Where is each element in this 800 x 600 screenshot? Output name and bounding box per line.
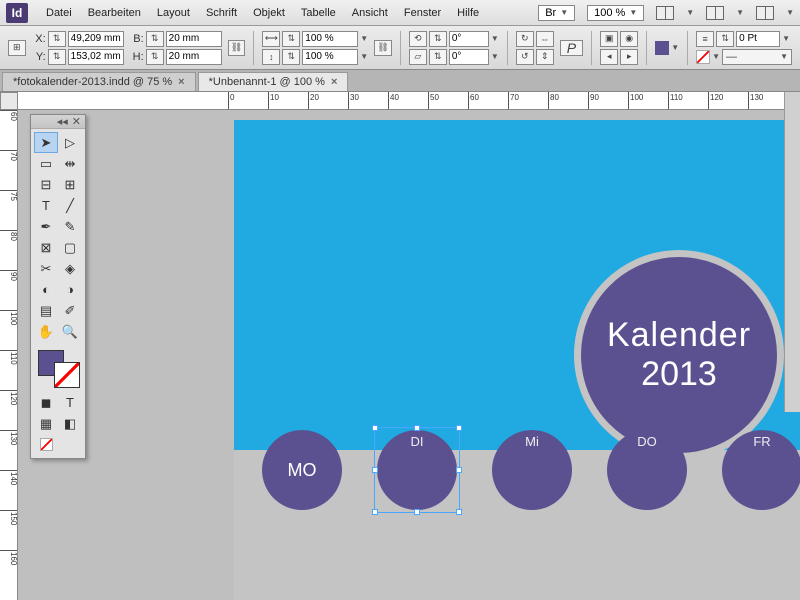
menubar: Id DateiBearbeitenLayoutSchriftObjektTab…	[0, 0, 800, 26]
document-tabs: *fotokalender-2013.indd @ 75 %×*Unbenann…	[0, 70, 800, 92]
page: Kalender 2013 MO DI Mi DO FR	[234, 120, 800, 600]
select-content-icon[interactable]: ◉	[620, 31, 638, 47]
page-tool[interactable]: ▭	[34, 153, 58, 174]
apply-color-icon[interactable]: ◼	[34, 392, 58, 413]
menu-objekt[interactable]: Objekt	[245, 4, 293, 22]
menu-fenster[interactable]: Fenster	[396, 4, 449, 22]
day-circle-di[interactable]: DI	[377, 430, 457, 510]
canvas[interactable]: Kalender 2013 MO DI Mi DO FR	[18, 110, 800, 600]
stroke-proxy[interactable]	[54, 362, 80, 388]
stepper-icon[interactable]: ⇅	[48, 31, 66, 47]
menu-datei[interactable]: Datei	[38, 4, 80, 22]
title-line2: 2013	[641, 355, 717, 394]
fill-swatch[interactable]	[655, 41, 669, 55]
rotate-ccw-icon[interactable]: ↺	[516, 49, 534, 65]
w-field[interactable]	[166, 31, 222, 47]
panel-dock[interactable]	[784, 92, 800, 412]
rotate-field[interactable]	[449, 31, 489, 47]
eyedropper-tool[interactable]: ✐	[58, 300, 82, 321]
apply-text-icon[interactable]: T	[58, 392, 82, 413]
shear-field[interactable]	[449, 49, 489, 65]
zoom-level[interactable]: 100 %▼	[587, 5, 644, 21]
rotate-icon: ⟲	[409, 31, 427, 47]
flip-v-icon[interactable]: ⇕	[536, 49, 554, 65]
reference-point-icon[interactable]: ⊞	[8, 40, 26, 56]
ruler-origin[interactable]	[0, 92, 18, 110]
flip-h-icon[interactable]: ⇔	[536, 31, 554, 47]
workspace: 0102030405060708090100110120130140 60707…	[0, 92, 800, 600]
y-field[interactable]	[68, 49, 124, 65]
ruler-vertical[interactable]: 6070758090100110120130140150160	[0, 110, 18, 600]
fill-stroke-proxy[interactable]	[34, 346, 82, 388]
scale-y-icon: ↕	[262, 49, 280, 65]
line-tool[interactable]: ╱	[58, 195, 82, 216]
stroke-style[interactable]: —▼	[722, 49, 792, 65]
title-circle[interactable]: Kalender 2013	[574, 250, 784, 460]
constrain-icon[interactable]: ⛓	[228, 40, 246, 56]
scale-x-field[interactable]	[302, 31, 358, 47]
screen-mode-icon[interactable]	[706, 6, 724, 20]
scale-y-field[interactable]	[302, 49, 358, 65]
scissors-tool[interactable]: ✂	[34, 258, 58, 279]
gradient-feather-tool[interactable]: ◑	[58, 279, 82, 300]
view-options-icon[interactable]	[656, 6, 674, 20]
select-container-icon[interactable]: ▣	[600, 31, 618, 47]
menu-bearbeiten[interactable]: Bearbeiten	[80, 4, 149, 22]
apply-gradient-icon[interactable]: ◧	[58, 413, 82, 434]
menu-hilfe[interactable]: Hilfe	[449, 4, 487, 22]
menu-tabelle[interactable]: Tabelle	[293, 4, 344, 22]
control-bar: ⊞ X:⇅ Y:⇅ B:⇅ H:⇅ ⛓ ⟷⇅▼ ↕⇅▼ ⛓ ⟲⇅▼ ▱⇅▼ ↻⇔…	[0, 26, 800, 70]
h-field[interactable]	[166, 49, 222, 65]
select-next-icon[interactable]: ▸	[620, 49, 638, 65]
menu-layout[interactable]: Layout	[149, 4, 198, 22]
day-circle-mi[interactable]: Mi	[492, 430, 572, 510]
title-line1: Kalender	[607, 316, 751, 355]
note-tool[interactable]: ▤	[34, 300, 58, 321]
format-container-icon[interactable]: ▦	[34, 413, 58, 434]
toolbox-header[interactable]: ◂◂✕	[31, 115, 85, 129]
content-collector-tool[interactable]: ⊟	[34, 174, 58, 195]
clear-transform-icon[interactable]: P	[560, 40, 584, 56]
content-placer-tool[interactable]: ⊞	[58, 174, 82, 195]
document-tab[interactable]: *Unbenannt-1 @ 100 %×	[198, 72, 349, 91]
stepper-icon[interactable]: ⇅	[146, 49, 164, 65]
day-circle-fr[interactable]: FR	[722, 430, 800, 510]
stroke-weight-field[interactable]	[736, 31, 780, 47]
stroke-swatch[interactable]	[696, 50, 710, 64]
selection-tool[interactable]: ➤	[34, 132, 58, 153]
zoom-tool[interactable]: 🔍	[58, 321, 82, 342]
arrange-docs-icon[interactable]	[756, 6, 774, 20]
ruler-horizontal[interactable]: 0102030405060708090100110120130140	[18, 92, 800, 110]
rectangle-frame-tool[interactable]: ⊠	[34, 237, 58, 258]
stepper-icon[interactable]: ⇅	[48, 49, 66, 65]
menu-ansicht[interactable]: Ansicht	[344, 4, 396, 22]
toolbox: ◂◂✕ ➤ ▷ ▭ ⇹ ⊟ ⊞ T ╱ ✒ ✎ ⊠ ▢ ✂ ◈ ◐ ◑ ▤ ✐ …	[30, 114, 86, 459]
day-circle-mo[interactable]: MO	[262, 430, 342, 510]
select-prev-icon[interactable]: ◂	[600, 49, 618, 65]
type-tool[interactable]: T	[34, 195, 58, 216]
direct-selection-tool[interactable]: ▷	[58, 132, 82, 153]
pen-tool[interactable]: ✒	[34, 216, 58, 237]
gap-tool[interactable]: ⇹	[58, 153, 82, 174]
menu-schrift[interactable]: Schrift	[198, 4, 245, 22]
x-field[interactable]	[68, 31, 124, 47]
gradient-swatch-tool[interactable]: ◐	[34, 279, 58, 300]
bridge-button[interactable]: Br▼	[538, 5, 575, 21]
scale-x-icon: ⟷	[262, 31, 280, 47]
stroke-weight-icon: ≡	[696, 31, 714, 47]
free-transform-tool[interactable]: ◈	[58, 258, 82, 279]
tab-close-icon[interactable]: ×	[331, 76, 337, 88]
day-circle-do[interactable]: DO	[607, 430, 687, 510]
hand-tool[interactable]: ✋	[34, 321, 58, 342]
apply-none-icon[interactable]	[34, 434, 58, 455]
rectangle-tool[interactable]: ▢	[58, 237, 82, 258]
tab-close-icon[interactable]: ×	[178, 76, 184, 88]
shear-icon: ▱	[409, 49, 427, 65]
rotate-cw-icon[interactable]: ↻	[516, 31, 534, 47]
pencil-tool[interactable]: ✎	[58, 216, 82, 237]
stepper-icon[interactable]: ⇅	[146, 31, 164, 47]
constrain-scale-icon[interactable]: ⛓	[374, 40, 392, 56]
app-logo: Id	[6, 3, 28, 23]
document-tab[interactable]: *fotokalender-2013.indd @ 75 %×	[2, 72, 196, 91]
